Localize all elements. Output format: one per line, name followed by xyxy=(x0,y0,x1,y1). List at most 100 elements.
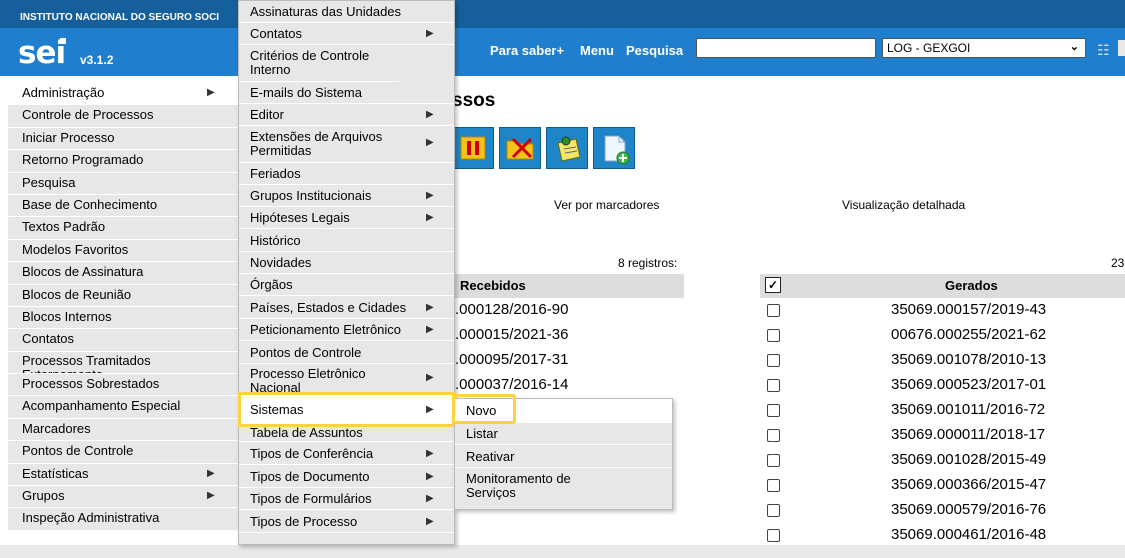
process-number-link[interactable]: .000015/2021-36 xyxy=(455,326,568,343)
row-checkbox[interactable] xyxy=(767,304,780,317)
view-by-markers-link[interactable]: Ver por marcadores xyxy=(554,198,659,212)
toolbar-remove-marker-button[interactable] xyxy=(499,127,541,169)
menu-item-pontos-controle[interactable]: Pontos de Controle xyxy=(8,441,240,464)
toolbar-new-document-button[interactable] xyxy=(593,127,635,169)
process-number-link[interactable]: 00676.000255/2021-62 xyxy=(891,322,1046,347)
submenu-item-emails-sistema[interactable]: E-mails do Sistema xyxy=(239,82,454,104)
submenu-item-extensoes-arquivos[interactable]: Extensões de Arquivos Permitidas ▶ xyxy=(239,126,454,163)
menu-item-blocos-reuniao[interactable]: Blocos de Reunião xyxy=(8,284,240,307)
menu-item-controle-processos[interactable]: Controle de Processos xyxy=(8,105,240,128)
menu-item-contatos[interactable]: Contatos xyxy=(8,329,240,352)
submenu-item-novidades[interactable]: Novidades xyxy=(239,252,454,274)
unit-select[interactable]: LOG - GEXGOI ⌄ xyxy=(882,38,1086,58)
partial-icon[interactable] xyxy=(1118,40,1125,56)
row-checkbox[interactable] xyxy=(767,354,780,367)
row-checkbox[interactable] xyxy=(767,479,780,492)
sei-logo[interactable]: sei xyxy=(18,35,66,71)
search-input[interactable] xyxy=(696,38,876,58)
menu-item-blocos-internos[interactable]: Blocos Internos xyxy=(8,306,240,330)
process-number-link[interactable]: .000095/2017-31 xyxy=(455,351,568,368)
submenu-item-sistemas[interactable]: Sistemas ▶ xyxy=(238,392,455,427)
received-row[interactable]: .000015/2021-36 xyxy=(455,322,568,347)
submenu-item-novo[interactable]: Novo xyxy=(455,399,672,423)
menu-item-processos-sobrestados[interactable]: Processos Sobrestados xyxy=(8,374,240,397)
submenu-item-label: Tipos de Processo xyxy=(250,514,358,529)
row-checkbox[interactable] xyxy=(767,404,780,417)
submenu-item-peticionamento-eletronico[interactable]: Peticionamento Eletrônico ▶ xyxy=(239,319,454,341)
menu-item-textos-padrao[interactable]: Textos Padrão xyxy=(8,217,240,240)
submenu-item-paises-estados-cidades[interactable]: Países, Estados e Cidades ▶ xyxy=(239,296,454,319)
menu-item-label: Administração xyxy=(22,85,105,100)
row-checkbox[interactable] xyxy=(767,504,780,517)
generated-count: 23 xyxy=(1111,256,1125,270)
received-row[interactable]: .000095/2017-31 xyxy=(455,347,568,372)
process-number-link[interactable]: 35069.000461/2016-48 xyxy=(891,522,1046,547)
submenu-item-tipos-formularios[interactable]: Tipos de Formulários ▶ xyxy=(239,488,454,510)
submenu-item-reativar[interactable]: Reativar xyxy=(455,445,672,468)
submenu-item-assinaturas-unidades[interactable]: Assinaturas das Unidades xyxy=(239,1,454,23)
chevron-down-icon: ⌄ xyxy=(1069,41,1079,53)
submenu-item-editor[interactable]: Editor ▶ xyxy=(239,104,454,126)
received-header-label: Recebidos xyxy=(460,278,526,293)
submenu-item-processo-eletronico-nacional[interactable]: Processo Eletrônico Nacional ▶ xyxy=(239,364,454,393)
submenu-item-tipos-documento[interactable]: Tipos de Documento ▶ xyxy=(239,465,454,488)
submenu-item-grupos-institucionais[interactable]: Grupos Institucionais ▶ xyxy=(239,185,454,207)
process-number-link[interactable]: 35069.001078/2010-13 xyxy=(891,347,1046,372)
row-checkbox[interactable] xyxy=(767,329,780,342)
menu-item-processos-tramitados[interactable]: Processos Tramitados Externamente xyxy=(8,351,240,375)
menu-item-iniciar-processo[interactable]: Iniciar Processo xyxy=(8,127,240,151)
submenu-item-tipos-processo[interactable]: Tipos de Processo ▶ xyxy=(239,510,454,533)
menu-item-acompanhamento-especial[interactable]: Acompanhamento Especial xyxy=(8,396,240,419)
submenu-item-contatos[interactable]: Contatos ▶ xyxy=(239,23,454,45)
process-number-link[interactable]: 35069.000011/2018-17 xyxy=(891,422,1045,447)
submenu-item-criterios-controle[interactable]: Critérios de Controle Interno xyxy=(239,45,399,82)
process-number-link[interactable]: .000128/2016-90 xyxy=(455,301,568,318)
menu-item-inspecao-administrativa[interactable]: Inspeção Administrativa xyxy=(8,508,240,531)
generated-column-header: ✓ Gerados xyxy=(760,274,1125,298)
bottom-scrollbar[interactable] xyxy=(0,545,1125,558)
para-saber-link[interactable]: Para saber+ xyxy=(490,43,564,58)
submenu-item-label: E-mails do Sistema xyxy=(250,85,362,100)
row-checkbox[interactable] xyxy=(767,529,780,542)
submenu-item-hipoteses-legais[interactable]: Hipóteses Legais ▶ xyxy=(239,207,454,229)
submenu-item-tabela-assuntos[interactable]: Tabela de Assuntos xyxy=(239,426,454,442)
process-number-link[interactable]: .000037/2016-14 xyxy=(455,376,568,393)
submenu-item-pontos-controle[interactable]: Pontos de Controle xyxy=(239,341,454,364)
pesquisa-link[interactable]: Pesquisa xyxy=(626,43,683,58)
received-row[interactable]: .000128/2016-90 xyxy=(455,297,568,322)
toolbar-annotation-button[interactable] xyxy=(546,127,588,169)
row-checkbox[interactable] xyxy=(767,429,780,442)
process-number-link[interactable]: 35069.001028/2015-49 xyxy=(891,447,1046,472)
menu-item-estatisticas[interactable]: Estatísticas ▶ xyxy=(8,463,240,487)
submenu-item-feriados[interactable]: Feriados xyxy=(239,163,454,185)
submenu-item-label: Órgãos xyxy=(250,277,293,292)
process-number-link[interactable]: 35069.000366/2015-47 xyxy=(891,472,1046,497)
process-number-link[interactable]: 35069.000579/2016-76 xyxy=(891,497,1046,522)
arrow-right-icon: ▶ xyxy=(207,467,215,479)
menu-item-administracao[interactable]: Administração ▶ xyxy=(8,83,240,106)
submenu-item-historico[interactable]: Histórico xyxy=(239,229,454,252)
menu-item-retorno-programado[interactable]: Retorno Programado xyxy=(8,150,240,173)
menu-item-base-conhecimento[interactable]: Base de Conhecimento xyxy=(8,194,240,218)
list-view-icon[interactable]: ☷ xyxy=(1097,42,1110,59)
menu-item-blocos-assinatura[interactable]: Blocos de Assinatura xyxy=(8,262,240,285)
process-number-link[interactable]: 35069.000523/2017-01 xyxy=(891,372,1046,397)
submenu-item-tipos-conferencia[interactable]: Tipos de Conferência ▶ xyxy=(239,442,454,465)
menu-item-pesquisa[interactable]: Pesquisa xyxy=(8,172,240,195)
menu-item-marcadores[interactable]: Marcadores xyxy=(8,418,240,442)
menu-item-grupos[interactable]: Grupos ▶ xyxy=(8,486,240,509)
arrow-right-icon: ▶ xyxy=(207,87,215,98)
row-checkbox[interactable] xyxy=(767,379,780,392)
menu-item-modelos-favoritos[interactable]: Modelos Favoritos xyxy=(8,239,240,263)
process-number-link[interactable]: 35069.001011/2016-72 xyxy=(891,397,1045,422)
detailed-view-link[interactable]: Visualização detalhada xyxy=(842,198,965,212)
received-row[interactable]: .000037/2016-14 xyxy=(455,372,568,397)
submenu-item-orgaos[interactable]: Órgãos xyxy=(239,274,454,296)
menu-link[interactable]: Menu xyxy=(580,43,614,58)
select-all-checkbox[interactable]: ✓ xyxy=(765,277,781,293)
process-number-link[interactable]: 35069.000157/2019-43 xyxy=(891,297,1046,322)
row-checkbox[interactable] xyxy=(767,454,780,467)
submenu-item-listar[interactable]: Listar xyxy=(455,423,672,445)
submenu-item-monitoramento-servicos[interactable]: Monitoramento de Serviços xyxy=(455,468,595,509)
toolbar-pause-button[interactable] xyxy=(452,127,494,169)
